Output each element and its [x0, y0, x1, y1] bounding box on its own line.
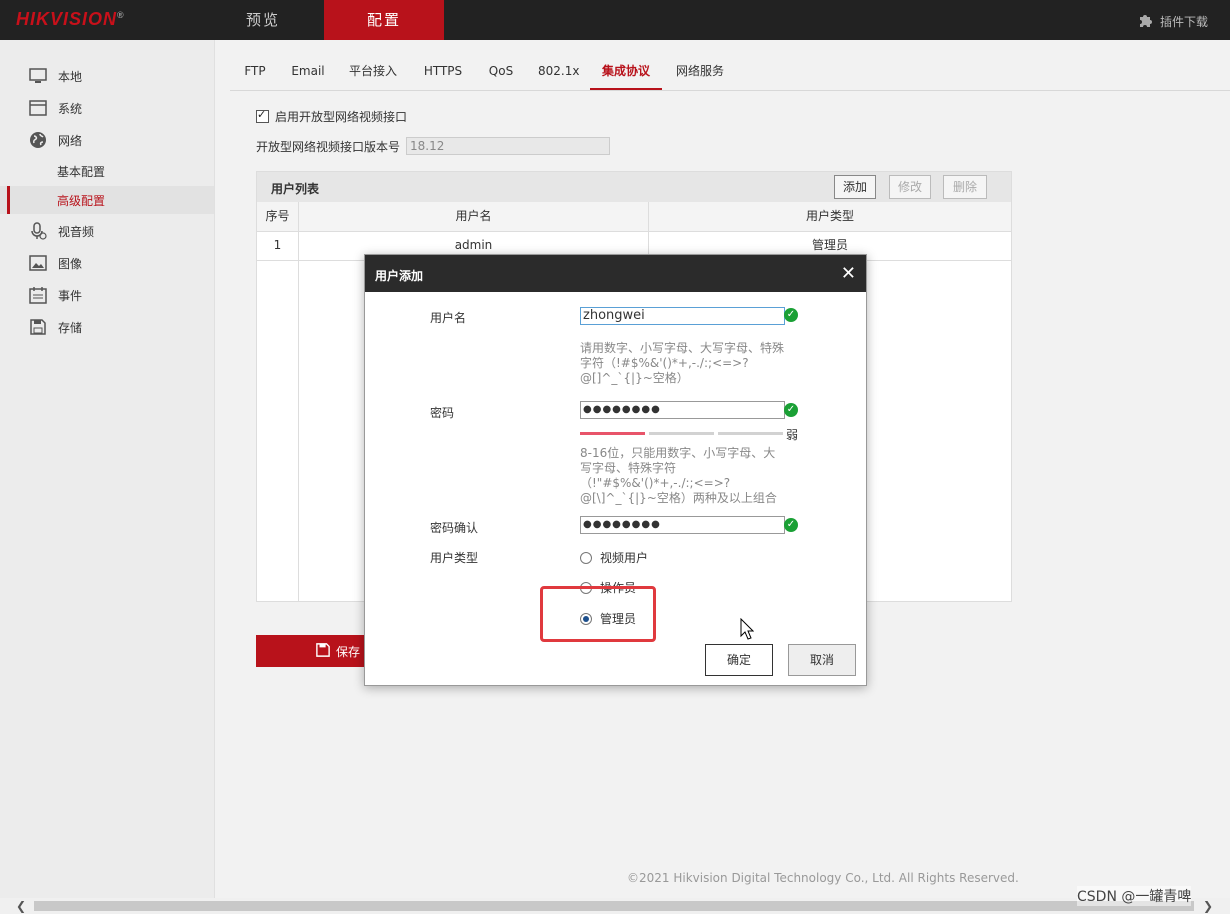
- sidebar-item-event[interactable]: 事件: [0, 280, 214, 310]
- password-strength-bar-1: [580, 432, 645, 435]
- mouse-cursor-icon: [740, 617, 755, 643]
- username-hint: 请用数字、小写字母、大写字母、特殊字符（!#$%&'()*+,-./:;<=>?…: [580, 341, 785, 385]
- username-label: 用户名: [430, 311, 467, 325]
- plugin-label: 插件下载: [1159, 15, 1208, 29]
- confirm-password-label: 密码确认: [430, 521, 479, 535]
- add-user-button[interactable]: 添加: [834, 175, 876, 199]
- password-hint: 8-16位，只能用数字、小写字母、大写字母、特殊字符（!"#$%&'()*+,-…: [580, 446, 777, 505]
- check-icon: ✓: [784, 518, 798, 532]
- plugin-download-link[interactable]: 插件下载: [1138, 12, 1208, 31]
- password-strength-bar-3: [718, 432, 783, 435]
- check-icon: ✓: [784, 403, 798, 417]
- floppy-disk-icon: [29, 318, 47, 336]
- onvif-version-row: 开放型网络视频接口版本号 18.12: [256, 137, 611, 155]
- monitor-icon: [29, 67, 47, 85]
- delete-user-button[interactable]: 删除: [943, 175, 987, 199]
- sidebar-item-video-audio[interactable]: 视音频: [0, 216, 214, 246]
- ok-button[interactable]: 确定: [705, 644, 773, 676]
- hikvision-logo: HIKVISION®: [16, 9, 125, 30]
- copyright-text: ©2021 Hikvision Digital Technology Co., …: [627, 871, 1019, 885]
- sidebar-item-system[interactable]: 系统: [0, 93, 214, 123]
- dialog-title: 用户添加: [375, 269, 424, 283]
- enable-onvif-label: 启用开放型网络视频接口: [275, 110, 408, 124]
- password-strength-label: 弱: [786, 428, 799, 442]
- logo-reg: ®: [117, 10, 125, 20]
- tab-integration-protocol[interactable]: 集成协议: [590, 52, 662, 90]
- sidebar-item-label: 事件: [58, 288, 83, 303]
- user-list-header: 用户列表 添加 修改 删除: [257, 172, 1011, 202]
- column-header-usertype: 用户类型: [649, 202, 1011, 232]
- sidebar: 本地 系统 网络 基本配置 高级配置 视音频 图像 事件 存储: [0, 40, 215, 898]
- sidebar-item-label: 基本配置: [57, 164, 106, 179]
- sidebar-item-label: 系统: [58, 101, 83, 116]
- sidebar-item-label: 视音频: [58, 224, 95, 239]
- sidebar-item-label: 高级配置: [57, 193, 106, 208]
- tab-network-service[interactable]: 网络服务: [674, 52, 726, 90]
- radio-button[interactable]: [580, 551, 592, 564]
- dialog-header: 用户添加 ✕: [365, 255, 866, 292]
- sidebar-item-label: 图像: [58, 256, 83, 271]
- tab-email[interactable]: Email: [290, 52, 326, 90]
- calendar-icon: [29, 286, 47, 304]
- network-subtabs: FTP Email 平台接入 HTTPS QoS 802.1x 集成协议 网络服…: [230, 52, 1230, 91]
- column-header-index: 序号: [257, 202, 298, 232]
- window-icon: [29, 99, 47, 117]
- tab-ftp[interactable]: FTP: [242, 52, 268, 90]
- tab-config[interactable]: 配置: [324, 0, 444, 40]
- password-label: 密码: [430, 406, 455, 420]
- logo-text: HIKVISION: [16, 9, 118, 29]
- cancel-button[interactable]: 取消: [788, 644, 856, 676]
- enable-onvif-row: 启用开放型网络视频接口: [256, 108, 407, 125]
- microphone-icon: [29, 222, 47, 240]
- scroll-left-arrow-icon[interactable]: ❮: [16, 898, 26, 914]
- column-divider: [298, 202, 299, 601]
- user-list-title: 用户列表: [271, 182, 320, 196]
- image-icon: [29, 254, 47, 272]
- tab-preview[interactable]: 预览: [203, 0, 323, 40]
- sidebar-item-label: 网络: [58, 133, 83, 148]
- table-row-index[interactable]: 1: [257, 231, 298, 261]
- highlight-box: [540, 586, 656, 642]
- sidebar-item-label: 存储: [58, 320, 83, 335]
- radio-label: 视频用户: [600, 551, 649, 565]
- sidebar-item-image[interactable]: 图像: [0, 248, 214, 278]
- tab-qos[interactable]: QoS: [487, 52, 515, 90]
- save-label: 保存: [336, 644, 361, 659]
- edit-user-button[interactable]: 修改: [889, 175, 931, 199]
- csdn-watermark: CSDN @一罐青啤: [1077, 886, 1192, 906]
- horizontal-scrollbar[interactable]: ❮ ❯: [0, 898, 1230, 914]
- enable-onvif-checkbox[interactable]: [256, 108, 269, 123]
- sidebar-item-local[interactable]: 本地: [0, 61, 214, 91]
- sidebar-item-label: 本地: [58, 69, 83, 84]
- sidebar-item-network[interactable]: 网络: [0, 125, 214, 155]
- sidebar-item-basic-config[interactable]: 基本配置: [0, 157, 214, 185]
- confirm-password-input[interactable]: ●●●●●●●●: [580, 516, 785, 534]
- floppy-disk-icon: [316, 642, 330, 660]
- check-icon: ✓: [784, 308, 798, 322]
- column-header-username: 用户名: [299, 202, 648, 232]
- sidebar-item-advanced-config[interactable]: 高级配置: [0, 186, 214, 214]
- top-bar: HIKVISION® 预览 配置 插件下载: [0, 0, 1230, 40]
- scrollbar-thumb[interactable]: [34, 901, 1194, 911]
- add-user-dialog: 用户添加 ✕ 用户名 zhongwei ✓ 请用数字、小写字母、大写字母、特殊字…: [364, 254, 867, 686]
- onvif-version-label: 开放型网络视频接口版本号: [256, 139, 401, 154]
- sidebar-item-storage[interactable]: 存储: [0, 312, 214, 342]
- username-input[interactable]: zhongwei: [580, 307, 785, 325]
- usertype-option-video-user[interactable]: 视频用户: [580, 549, 648, 566]
- password-strength-bar-2: [649, 432, 714, 435]
- puzzle-icon: [1138, 12, 1154, 31]
- password-input[interactable]: ●●●●●●●●: [580, 401, 785, 419]
- globe-icon: [29, 131, 47, 149]
- usertype-label: 用户类型: [430, 551, 479, 565]
- scroll-right-arrow-icon[interactable]: ❯: [1203, 898, 1213, 914]
- close-icon[interactable]: ✕: [841, 263, 856, 284]
- onvif-version-field: 18.12: [406, 137, 611, 155]
- tab-platform-access[interactable]: 平台接入: [348, 52, 398, 90]
- tab-8021x[interactable]: 802.1x: [538, 52, 579, 90]
- save-button[interactable]: 保存: [256, 635, 366, 667]
- tab-https[interactable]: HTTPS: [421, 52, 465, 90]
